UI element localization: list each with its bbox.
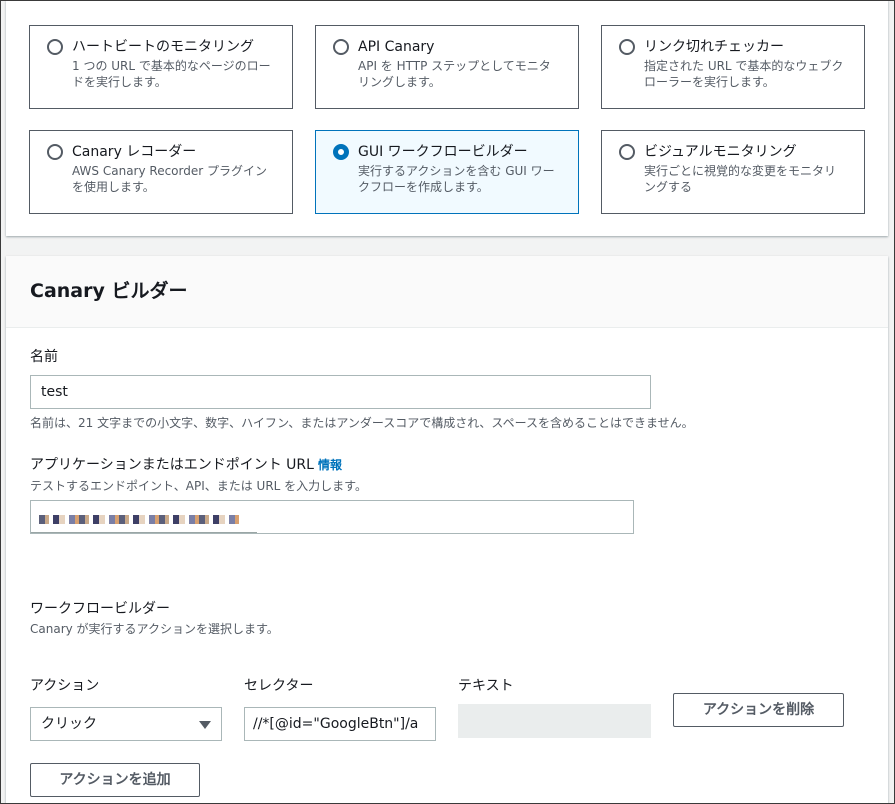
blueprint-title: ハートビートのモニタリング (72, 39, 254, 55)
radio-icon[interactable] (47, 144, 63, 160)
blueprint-description: 実行するアクションを含む GUI ワークフローを作成します。 (358, 164, 555, 194)
name-label: 名前 (30, 349, 58, 365)
blueprint-card-visual-monitoring[interactable]: ビジュアルモニタリング 実行ごとに視覚的な変更をモニタリングする (601, 130, 865, 214)
url-input[interactable] (30, 500, 634, 534)
redacted-url-text (39, 515, 239, 524)
blueprint-card-api-canary[interactable]: API Canary API を HTTP ステップとしてモニタリングします。 (315, 25, 579, 109)
blueprint-title: ビジュアルモニタリング (644, 144, 797, 160)
workflow-label: ワークフロービルダー (30, 601, 170, 617)
name-hint: 名前は、21 文字までの小文字、数字、ハイフン、またはアンダースコアで構成され、… (30, 416, 694, 430)
selector-input[interactable]: //*[@id="GoogleBtn"]/a (244, 707, 436, 741)
caret-down-icon (199, 721, 211, 729)
action-column-label: アクション (30, 678, 100, 694)
blueprint-description: 実行ごとに視覚的な変更をモニタリングする (644, 164, 837, 194)
add-action-button[interactable]: アクションを追加 (30, 763, 200, 797)
action-select[interactable]: クリック (30, 707, 222, 741)
radio-selected-icon[interactable] (333, 144, 349, 160)
blueprint-title: GUI ワークフロービルダー (358, 144, 528, 160)
url-hint: テストするエンドポイント、API、または URL を入力します。 (30, 479, 367, 493)
radio-icon[interactable] (619, 144, 635, 160)
radio-icon[interactable] (47, 39, 63, 55)
name-input[interactable]: test (30, 375, 651, 409)
canary-builder-panel: Canary ビルダー 名前 test 名前は、21 文字までの小文字、数字、ハ… (6, 256, 888, 804)
builder-title: Canary ビルダー (30, 280, 188, 302)
url-label: アプリケーションまたはエンドポイント URL 情報 (30, 455, 342, 475)
blueprint-card-gui-workflow-builder[interactable]: GUI ワークフロービルダー 実行するアクションを含む GUI ワークフローを作… (315, 130, 579, 214)
blueprint-panel: ハートビートのモニタリング 1 つの URL で基本的なページのロードを実行しま… (6, 0, 888, 236)
blueprint-card-canary-recorder[interactable]: Canary レコーダー AWS Canary Recorder プラグインを使… (29, 130, 293, 214)
blueprint-card-heartbeat[interactable]: ハートビートのモニタリング 1 つの URL で基本的なページのロードを実行しま… (29, 25, 293, 109)
blueprint-title: Canary レコーダー (72, 144, 197, 160)
blueprint-description: API を HTTP ステップとしてモニタリングします。 (358, 59, 551, 89)
action-select-value: クリック (41, 716, 97, 732)
radio-icon[interactable] (619, 39, 635, 55)
selector-column-label: セレクター (244, 678, 314, 694)
builder-header: Canary ビルダー (6, 256, 888, 328)
remove-action-button[interactable]: アクションを削除 (673, 693, 844, 727)
text-column-label: テキスト (458, 678, 514, 694)
blueprint-description: AWS Canary Recorder プラグインを使用します。 (72, 164, 267, 194)
text-input-disabled (458, 704, 651, 738)
blueprint-description: 指定された URL で基本的なウェブクローラーを実行します。 (644, 59, 844, 89)
blueprint-title: リンク切れチェッカー (644, 39, 784, 55)
blueprint-description: 1 つの URL で基本的なページのロードを実行します。 (72, 59, 271, 89)
workflow-hint: Canary が実行するアクションを選択します。 (30, 622, 279, 636)
url-underline (31, 532, 257, 533)
url-label-text: アプリケーションまたはエンドポイント URL (30, 457, 314, 473)
radio-icon[interactable] (333, 39, 349, 55)
blueprint-card-broken-link-checker[interactable]: リンク切れチェッカー 指定された URL で基本的なウェブクローラーを実行します… (601, 25, 865, 109)
blueprint-title: API Canary (358, 39, 435, 55)
info-link[interactable]: 情報 (318, 458, 342, 472)
